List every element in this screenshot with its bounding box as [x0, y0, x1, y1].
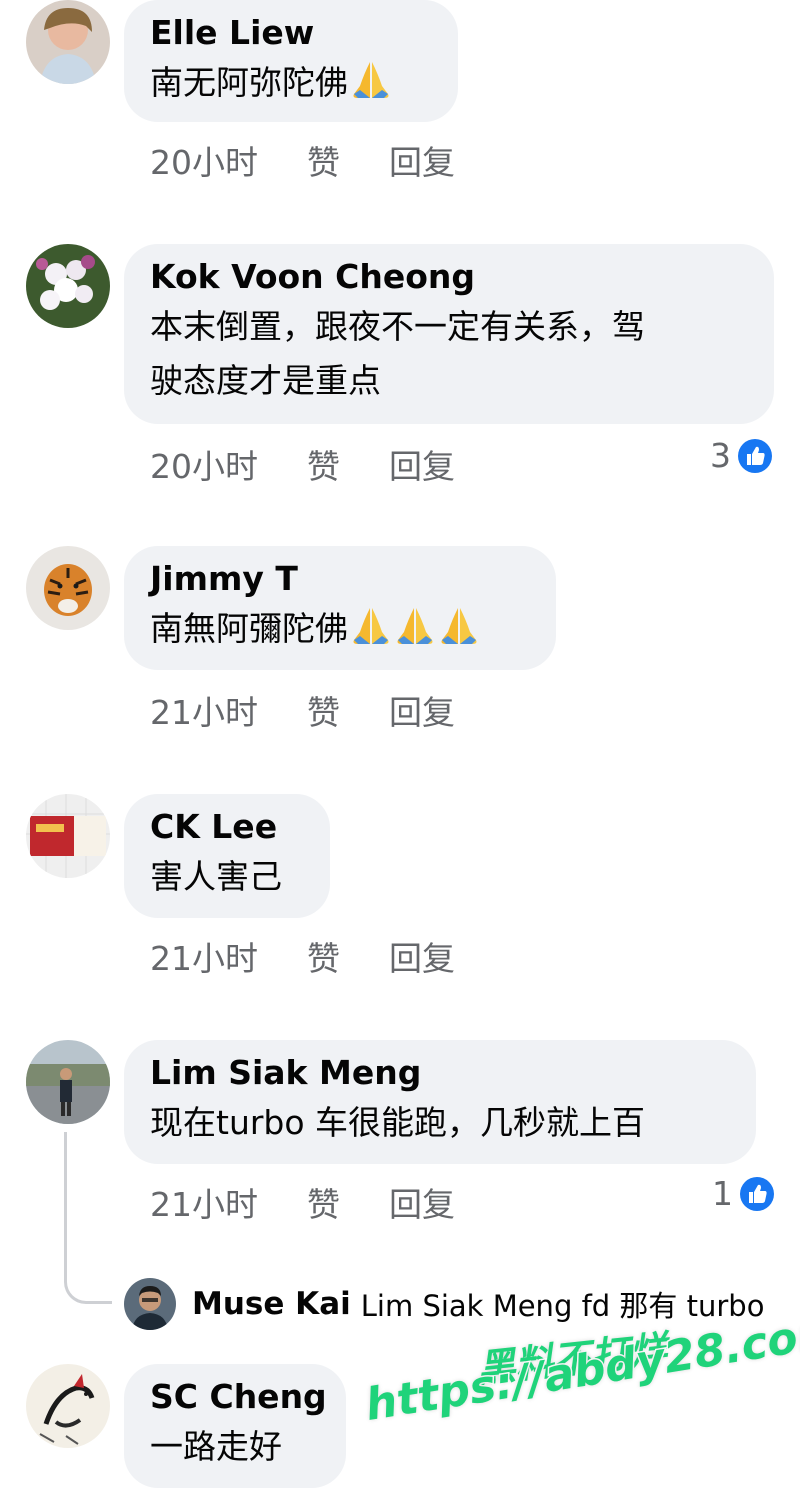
avatar-sc-cheng[interactable] — [26, 1364, 110, 1448]
like-button[interactable]: 赞 — [307, 1178, 389, 1226]
comment-text: 南無阿彌陀佛 — [150, 602, 530, 656]
comment-actions: 21小时 赞 回复 — [150, 1180, 455, 1224]
reply-text[interactable]: Lim Siak Meng fd 那有 turbo — [361, 1283, 765, 1325]
profile-photo — [26, 1040, 110, 1124]
comment-text-line: 害人害己 — [150, 857, 282, 896]
avatar-kok-voon-cheong[interactable] — [26, 244, 110, 328]
comment-author[interactable]: CK Lee — [150, 804, 304, 850]
reply-author[interactable]: Muse Kai — [192, 1286, 351, 1322]
avatar-ck-lee[interactable] — [26, 794, 110, 878]
reply-button[interactable]: 回复 — [389, 136, 455, 184]
reaction-count: 1 — [712, 1174, 733, 1213]
avatar-muse-kai[interactable] — [124, 1278, 176, 1330]
comment-timestamp[interactable]: 20小时 — [150, 136, 290, 184]
like-button[interactable]: 赞 — [307, 440, 389, 488]
comment-bubble: Elle Liew 南无阿弥陀佛 — [124, 0, 458, 122]
comment-text-line: 南无阿弥陀佛 — [150, 63, 348, 102]
avatar-elle-liew[interactable] — [26, 0, 110, 84]
reply-preview[interactable]: Muse Kai Lim Siak Meng fd 那有 turbo — [124, 1278, 764, 1330]
comment-bubble: Jimmy T 南無阿彌陀佛 — [124, 546, 556, 670]
comment-text: 南无阿弥陀佛 — [150, 56, 432, 110]
comment-author[interactable]: Elle Liew — [150, 10, 432, 56]
comment-bubble: SC Cheng 一路走好 — [124, 1364, 346, 1488]
profile-photo — [26, 794, 110, 878]
comment-author[interactable]: Jimmy T — [150, 556, 530, 602]
folded-hands-icon — [353, 62, 389, 98]
comment-text-line: 本末倒置，跟夜不一定有关系，驾 — [150, 307, 645, 346]
comment-text-line: 南無阿彌陀佛 — [150, 609, 348, 648]
like-button[interactable]: 赞 — [307, 136, 389, 184]
folded-hands-icon — [441, 608, 477, 644]
folded-hands-icon — [397, 608, 433, 644]
comment-actions: 21小时 赞 回复 — [150, 688, 455, 732]
reply-button[interactable]: 回复 — [389, 686, 455, 734]
thumbs-up-icon — [738, 438, 772, 473]
avatar-jimmy-t[interactable] — [26, 546, 110, 630]
profile-photo — [26, 1364, 110, 1448]
reply-button[interactable]: 回复 — [389, 1178, 455, 1226]
comment-timestamp[interactable]: 21小时 — [150, 686, 290, 734]
profile-photo — [26, 546, 110, 630]
comment-text-line: 驶态度才是重点 — [150, 361, 381, 400]
comment-timestamp[interactable]: 20小时 — [150, 440, 290, 488]
comment-actions: 20小时 赞 回复 — [150, 138, 455, 182]
avatar-lim-siak-meng[interactable] — [26, 1040, 110, 1124]
reply-button[interactable]: 回复 — [389, 932, 455, 980]
comment-actions: 21小时 赞 回复 — [150, 934, 455, 978]
folded-hands-icon — [353, 608, 389, 644]
comment-bubble: CK Lee 害人害己 — [124, 794, 330, 918]
comment-text-line: 现在turbo 车很能跑，几秒就上百 — [150, 1103, 646, 1142]
thumbs-up-icon — [740, 1176, 774, 1211]
reaction-count: 3 — [710, 436, 731, 475]
comment-text-line: 一路走好 — [150, 1427, 282, 1466]
comment-timestamp[interactable]: 21小时 — [150, 1178, 290, 1226]
like-button[interactable]: 赞 — [307, 686, 389, 734]
comment-timestamp[interactable]: 21小时 — [150, 932, 290, 980]
reaction-summary[interactable]: 1 — [712, 1174, 775, 1213]
comment-author[interactable]: Kok Voon Cheong — [150, 254, 748, 300]
reply-button[interactable]: 回复 — [389, 440, 455, 488]
profile-photo — [124, 1278, 176, 1330]
comment-bubble: Kok Voon Cheong 本末倒置，跟夜不一定有关系，驾 驶态度才是重点 — [124, 244, 774, 424]
comment-author[interactable]: Lim Siak Meng — [150, 1050, 730, 1096]
reaction-summary[interactable]: 3 — [710, 436, 773, 475]
comment-actions: 20小时 赞 回复 — [150, 442, 455, 486]
comment-author[interactable]: SC Cheng — [150, 1374, 327, 1420]
comment-bubble: Lim Siak Meng 现在turbo 车很能跑，几秒就上百 — [124, 1040, 756, 1164]
profile-photo — [26, 0, 110, 84]
like-button[interactable]: 赞 — [307, 932, 389, 980]
profile-photo — [26, 244, 110, 328]
reply-thread-line — [64, 1132, 112, 1304]
